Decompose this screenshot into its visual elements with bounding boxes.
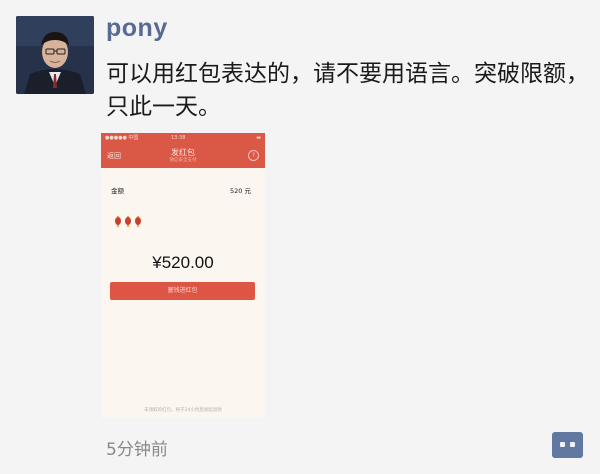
comment-icon-dot (570, 442, 575, 447)
username[interactable]: pony (106, 14, 168, 43)
phone-amount-label: 金额 (111, 187, 124, 195)
avatar-photo-icon (16, 16, 94, 94)
battery-icon: ▬ (256, 135, 261, 141)
status-time: 13:38 (171, 135, 186, 141)
phone-footer-note: 未领取的红包，将于24小时后发起退款 (144, 408, 222, 413)
attached-image[interactable]: ●●●●● 中国 13:38 ▬ 返回 发红包 微信安全支付 ? 金额 520 … (101, 133, 265, 418)
phone-status-bar: ●●●●● 中国 13:38 ▬ (101, 133, 265, 143)
phone-subtitle: 微信安全支付 (169, 158, 197, 163)
comment-button[interactable] (552, 432, 583, 458)
status-signal: ●●●●● 中国 (105, 135, 139, 141)
help-icon: ? (248, 150, 259, 161)
lantern-emoji-icon (115, 216, 141, 227)
phone-send-button: 塞钱进红包 (110, 282, 255, 300)
post-timestamp: 5分钟前 (106, 440, 168, 460)
comment-icon (560, 442, 565, 447)
phone-nav-bar: 返回 发红包 微信安全支付 ? (101, 143, 265, 168)
phone-amount-value: 520 元 (230, 187, 251, 195)
post-message: 可以用红包表达的，请不要用语言。突破限额，只此一天。 (106, 61, 589, 120)
avatar[interactable] (16, 16, 94, 94)
phone-amount-display: ¥520.00 (152, 253, 214, 272)
